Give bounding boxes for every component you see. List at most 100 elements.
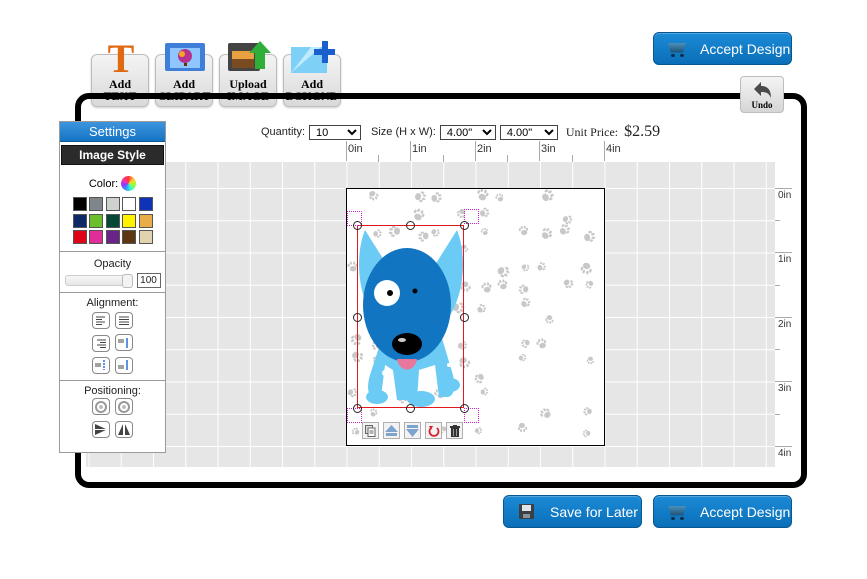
rotate-left-button[interactable] <box>91 398 110 415</box>
color-swatch[interactable] <box>122 213 136 228</box>
color-label: Color: <box>88 177 119 190</box>
color-swatch[interactable] <box>138 197 153 211</box>
opacity-input[interactable]: 100 <box>136 273 161 288</box>
reset-rotation-button[interactable] <box>425 422 442 439</box>
accept-design-button-top[interactable]: Accept Design <box>653 32 792 65</box>
paw-print-pattern <box>582 406 592 417</box>
horizontal-ruler: 0in 1in 2in 3in 4in <box>346 141 646 162</box>
floppy-disk-icon <box>518 503 536 520</box>
ruler-label: 1in <box>412 143 427 155</box>
resize-handle-e[interactable] <box>460 313 469 322</box>
paw-print-pattern <box>410 207 425 222</box>
resize-handle-se[interactable] <box>460 404 469 413</box>
opacity-label: Opacity <box>93 258 132 270</box>
selection-box <box>357 225 464 408</box>
delete-button[interactable] <box>446 422 463 439</box>
unit-price: $2.59 <box>624 123 661 140</box>
accept-design-button-bottom[interactable]: Accept Design <box>653 495 792 528</box>
align-right-button[interactable] <box>91 334 110 352</box>
color-swatch[interactable] <box>105 230 120 244</box>
color-swatch[interactable] <box>122 230 136 244</box>
duplicate-button[interactable] <box>362 422 379 439</box>
color-swatch[interactable] <box>138 230 153 244</box>
color-wheel-icon[interactable] <box>121 176 137 191</box>
quantity-select[interactable]: 10 <box>309 124 362 140</box>
resize-handle-nw[interactable] <box>353 221 362 230</box>
color-swatch[interactable] <box>138 213 153 228</box>
undo-label: Undo <box>751 100 773 110</box>
width-select[interactable]: 4.00" <box>499 124 558 140</box>
paw-print-pattern <box>544 314 554 325</box>
resize-handle-sw[interactable] <box>353 404 362 413</box>
align-top-button[interactable] <box>115 334 134 351</box>
paw-print-pattern <box>538 406 552 420</box>
paw-print-pattern <box>584 279 595 290</box>
ruler-label: 2in <box>477 143 492 155</box>
rotate-left-icon <box>94 400 107 413</box>
opacity-slider-knob[interactable] <box>121 274 133 288</box>
ruler-label: 2in <box>778 319 792 330</box>
paw-print-pattern <box>519 353 527 362</box>
paw-print-pattern <box>539 226 554 241</box>
object-toolbar <box>362 422 463 439</box>
send-backward-button[interactable] <box>404 422 421 439</box>
paw-print-pattern <box>518 423 528 433</box>
flip-horizontal-button[interactable] <box>91 420 110 438</box>
align-middle-button[interactable] <box>91 356 110 374</box>
undo-button[interactable]: Undo <box>740 76 784 113</box>
paw-print-pattern <box>518 284 529 295</box>
paw-print-pattern <box>475 189 489 202</box>
flip-horizontal-icon <box>94 423 107 435</box>
paw-print-pattern <box>583 230 595 242</box>
alignment-section: Alignment: <box>60 292 165 380</box>
align-center-button[interactable] <box>115 312 134 329</box>
height-select[interactable]: 4.00" <box>439 124 496 140</box>
image-style-tab[interactable]: Image Style <box>61 145 164 165</box>
bring-forward-button[interactable] <box>383 422 400 439</box>
trash-icon <box>449 424 460 437</box>
opacity-slider[interactable] <box>64 274 133 288</box>
resize-handle-n[interactable] <box>406 221 415 230</box>
color-swatch[interactable] <box>89 230 103 244</box>
align-justify-icon <box>119 316 130 325</box>
alignment-label: Alignment: <box>86 297 139 309</box>
paw-print-pattern <box>536 260 547 271</box>
rotate-right-button[interactable] <box>115 398 134 415</box>
color-swatch[interactable] <box>105 197 120 211</box>
rotate-right-icon <box>118 400 131 413</box>
color-swatch[interactable] <box>89 213 103 228</box>
cart-icon <box>668 504 686 520</box>
paw-print-pattern <box>495 264 511 280</box>
color-swatch[interactable] <box>105 213 120 228</box>
positioning-label: Positioning: <box>84 385 141 397</box>
paw-print-pattern <box>479 207 490 218</box>
flip-vertical-button[interactable] <box>115 420 134 438</box>
undo-arrow-icon <box>754 82 771 98</box>
paw-print-pattern <box>580 261 594 276</box>
save-for-later-button[interactable]: Save for Later <box>503 495 642 528</box>
align-left-icon <box>95 316 105 325</box>
paw-print-pattern <box>480 227 489 236</box>
paw-print-pattern <box>519 225 529 236</box>
align-bottom-button[interactable] <box>115 356 134 374</box>
arrow-down-icon <box>406 424 419 437</box>
resize-handle-w[interactable] <box>353 313 362 322</box>
paw-print-pattern <box>562 277 575 290</box>
paw-print-pattern <box>474 426 483 435</box>
resize-handle-s[interactable] <box>406 404 415 413</box>
color-swatch[interactable] <box>72 230 87 244</box>
ruler-label: 0in <box>778 190 792 201</box>
color-swatch[interactable] <box>72 213 87 228</box>
copy-icon <box>365 424 376 437</box>
add-background-icon <box>291 39 336 75</box>
paw-print-pattern <box>368 189 380 201</box>
align-left-button[interactable] <box>91 312 110 329</box>
resize-handle-ne[interactable] <box>460 221 469 230</box>
paw-print-pattern <box>473 372 486 385</box>
ruler-label: 3in <box>778 383 792 394</box>
color-swatch[interactable] <box>122 197 136 211</box>
color-swatch[interactable] <box>89 197 103 211</box>
color-swatches <box>60 197 165 244</box>
arrow-up-icon <box>385 424 398 436</box>
color-swatch[interactable] <box>72 197 87 211</box>
